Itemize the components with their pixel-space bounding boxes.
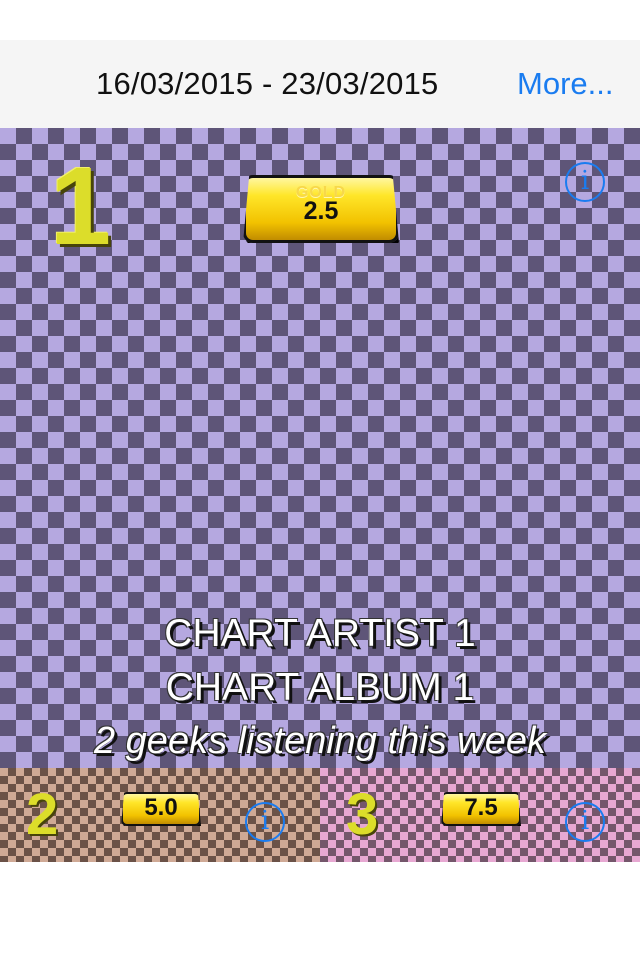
rank-number: 2 bbox=[26, 782, 59, 847]
score-value: 7.5 bbox=[464, 794, 498, 821]
artist-name: CHART ARTIST 1 bbox=[164, 612, 476, 655]
score-value: 5.0 bbox=[144, 794, 178, 821]
date-range: 16/03/2015 - 23/03/2015 bbox=[96, 66, 439, 101]
rank-number: 3 bbox=[346, 782, 379, 847]
listener-count: 2 geeks listening this week bbox=[93, 720, 547, 762]
gold-bar-icon: 5.0 bbox=[121, 792, 201, 826]
rank-number: 1 bbox=[50, 145, 112, 268]
info-icon[interactable]: i bbox=[565, 162, 605, 202]
more-button[interactable]: More... bbox=[517, 40, 613, 128]
info-icon[interactable]: i bbox=[565, 802, 605, 842]
score-value: 2.5 bbox=[303, 197, 339, 225]
gold-bar-icon: 7.5 bbox=[441, 792, 521, 826]
chart-header: 16/03/2015 - 23/03/2015 More... bbox=[0, 40, 640, 128]
info-icon[interactable]: i bbox=[245, 802, 285, 842]
album-name: CHART ALBUM 1 bbox=[165, 666, 475, 709]
gold-bar-icon: GOLD 2.5 bbox=[243, 175, 399, 243]
